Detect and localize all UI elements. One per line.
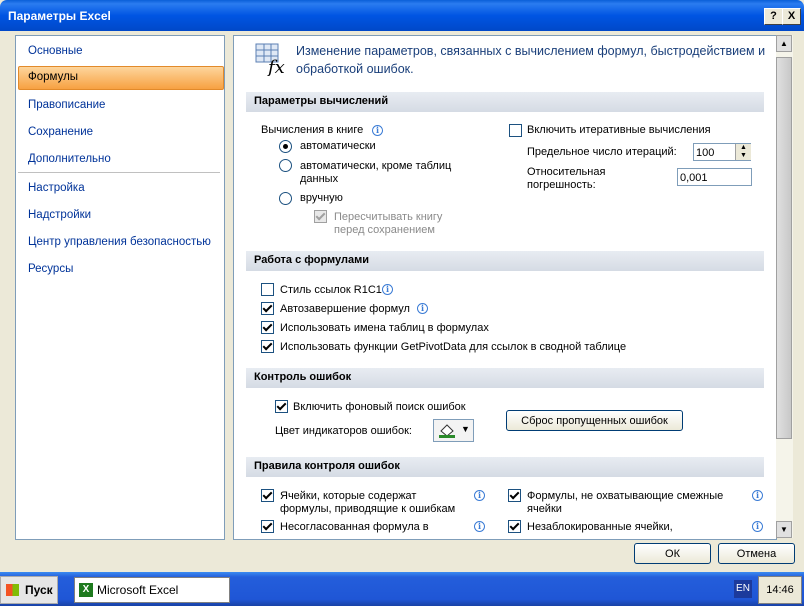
title-bar[interactable] [0, 0, 804, 31]
taskbar-item-label: Microsoft Excel [97, 583, 179, 597]
scroll-up-arrow[interactable]: ▲ [776, 35, 792, 52]
formula-icon: fx [255, 43, 285, 76]
getpivotdata-label: Использовать функции GetPivotData для сс… [280, 341, 627, 353]
panel-header: fx Изменение параметров, связанных с выч… [234, 36, 776, 88]
nav-item-resources[interactable]: Ресурсы [28, 263, 73, 275]
radio-manual-label: вручную [300, 192, 343, 204]
iterative-calc-label: Включить итеративные вычисления [527, 124, 711, 136]
rule-adjacent-cells-label-2: ячейки [527, 503, 562, 515]
rule-inconsistent-formula-label: Несогласованная формула в [280, 521, 429, 533]
content-scrollbar[interactable]: ▲ ▼ [776, 35, 793, 538]
rule-adjacent-cells-checkbox[interactable] [508, 489, 521, 502]
info-icon: i [474, 490, 485, 501]
category-list: Основные Формулы Правописание Сохранение… [15, 35, 225, 540]
rel-error-label-1: Относительная [527, 166, 606, 178]
getpivotdata-checkbox[interactable] [261, 340, 274, 353]
window-title: Параметры Excel [8, 9, 111, 23]
rule-error-formulas-label-1: Ячейки, которые содержат [280, 490, 417, 502]
info-icon: i [372, 125, 383, 136]
rel-error-input[interactable]: 0,001 [677, 168, 752, 186]
max-iterations-label: Предельное число итераций: [527, 146, 677, 158]
nav-item-general[interactable]: Основные [28, 45, 83, 57]
max-iterations-spinner[interactable]: ▲ ▼ [735, 144, 751, 160]
info-icon: i [417, 303, 428, 314]
reset-ignored-errors-button[interactable]: Сброс пропущенных ошибок [506, 410, 683, 431]
start-button[interactable]: Пуск [0, 576, 58, 604]
background-error-check-checkbox[interactable] [275, 400, 288, 413]
header-line-1: Изменение параметров, связанных с вычисл… [296, 44, 766, 58]
windows-logo-icon [6, 584, 19, 596]
autocomplete-checkbox[interactable] [261, 302, 274, 315]
iterative-calc-checkbox[interactable] [509, 124, 522, 137]
radio-automatic[interactable] [279, 140, 292, 153]
background-error-check-label: Включить фоновый поиск ошибок [293, 401, 466, 413]
calc-book-label: Вычисления в книге [261, 124, 364, 136]
indicator-color-label: Цвет индикаторов ошибок: [275, 425, 412, 437]
nav-separator [18, 172, 220, 173]
close-button[interactable]: X [782, 8, 801, 25]
info-icon: i [474, 521, 485, 532]
chevron-down-icon: ▼ [461, 424, 470, 434]
scroll-down-arrow[interactable]: ▼ [776, 521, 792, 538]
radio-automatic-label: автоматически [300, 140, 376, 152]
svg-text:fx: fx [266, 57, 285, 76]
section-error-checking: Контроль ошибок [246, 368, 764, 388]
nav-item-customize[interactable]: Настройка [28, 182, 85, 194]
rule-inconsistent-formula-checkbox[interactable] [261, 520, 274, 533]
taskbar-item-excel[interactable]: X Microsoft Excel [74, 577, 230, 603]
recalc-label-2: перед сохранением [334, 224, 435, 236]
recalc-before-save-checkbox[interactable] [314, 210, 327, 223]
radio-auto-except-tables[interactable] [279, 159, 292, 172]
system-clock: 14:46 [758, 576, 802, 604]
indicator-color-picker[interactable]: ▼ [433, 419, 474, 442]
r1c1-checkbox[interactable] [261, 283, 274, 296]
ok-button[interactable]: ОК [634, 543, 711, 564]
scroll-thumb[interactable] [776, 57, 792, 439]
start-label: Пуск [25, 583, 53, 597]
rel-error-label-2: погрешность: [527, 179, 596, 191]
rule-unlocked-cells-checkbox[interactable] [508, 520, 521, 533]
nav-item-advanced[interactable]: Дополнительно [28, 153, 111, 165]
nav-item-save[interactable]: Сохранение [28, 126, 93, 138]
table-names-checkbox[interactable] [261, 321, 274, 334]
rule-error-formulas-checkbox[interactable] [261, 489, 274, 502]
info-icon: i [752, 521, 763, 532]
radio-auto-except-label-1: автоматически, кроме таблиц [300, 160, 452, 172]
section-calc-options: Параметры вычислений [246, 92, 764, 112]
language-indicator[interactable]: EN [734, 580, 752, 598]
info-icon: i [382, 284, 393, 295]
header-line-2: обработкой ошибок. [296, 62, 414, 76]
section-error-rules: Правила контроля ошибок [246, 457, 764, 477]
rule-unlocked-cells-label: Незаблокированные ячейки, [527, 521, 673, 533]
table-names-label: Использовать имена таблиц в формулах [280, 322, 489, 334]
rule-adjacent-cells-label-1: Формулы, не охватывающие смежные [527, 490, 724, 502]
info-icon: i [752, 490, 763, 501]
section-formulas: Работа с формулами [246, 251, 764, 271]
rule-error-formulas-label-2: формулы, приводящие к ошибкам [280, 503, 456, 515]
nav-item-trust-center[interactable]: Центр управления безопасностью [28, 236, 211, 248]
cancel-button[interactable]: Отмена [718, 543, 795, 564]
formulas-panel: fx Изменение параметров, связанных с выч… [233, 35, 777, 540]
paint-bucket-icon [439, 424, 455, 438]
help-button[interactable]: ? [764, 8, 783, 25]
nav-item-proofing[interactable]: Правописание [28, 99, 105, 111]
radio-auto-except-label-2: данных [300, 173, 339, 185]
r1c1-label: Стиль ссылок R1C1 [280, 284, 382, 296]
nav-item-addins[interactable]: Надстройки [28, 209, 91, 221]
nav-item-formulas[interactable]: Формулы [28, 71, 78, 83]
radio-manual[interactable] [279, 192, 292, 205]
excel-icon: X [79, 583, 93, 597]
autocomplete-label: Автозавершение формул [280, 303, 410, 315]
recalc-label-1: Пересчитывать книгу [334, 211, 443, 223]
